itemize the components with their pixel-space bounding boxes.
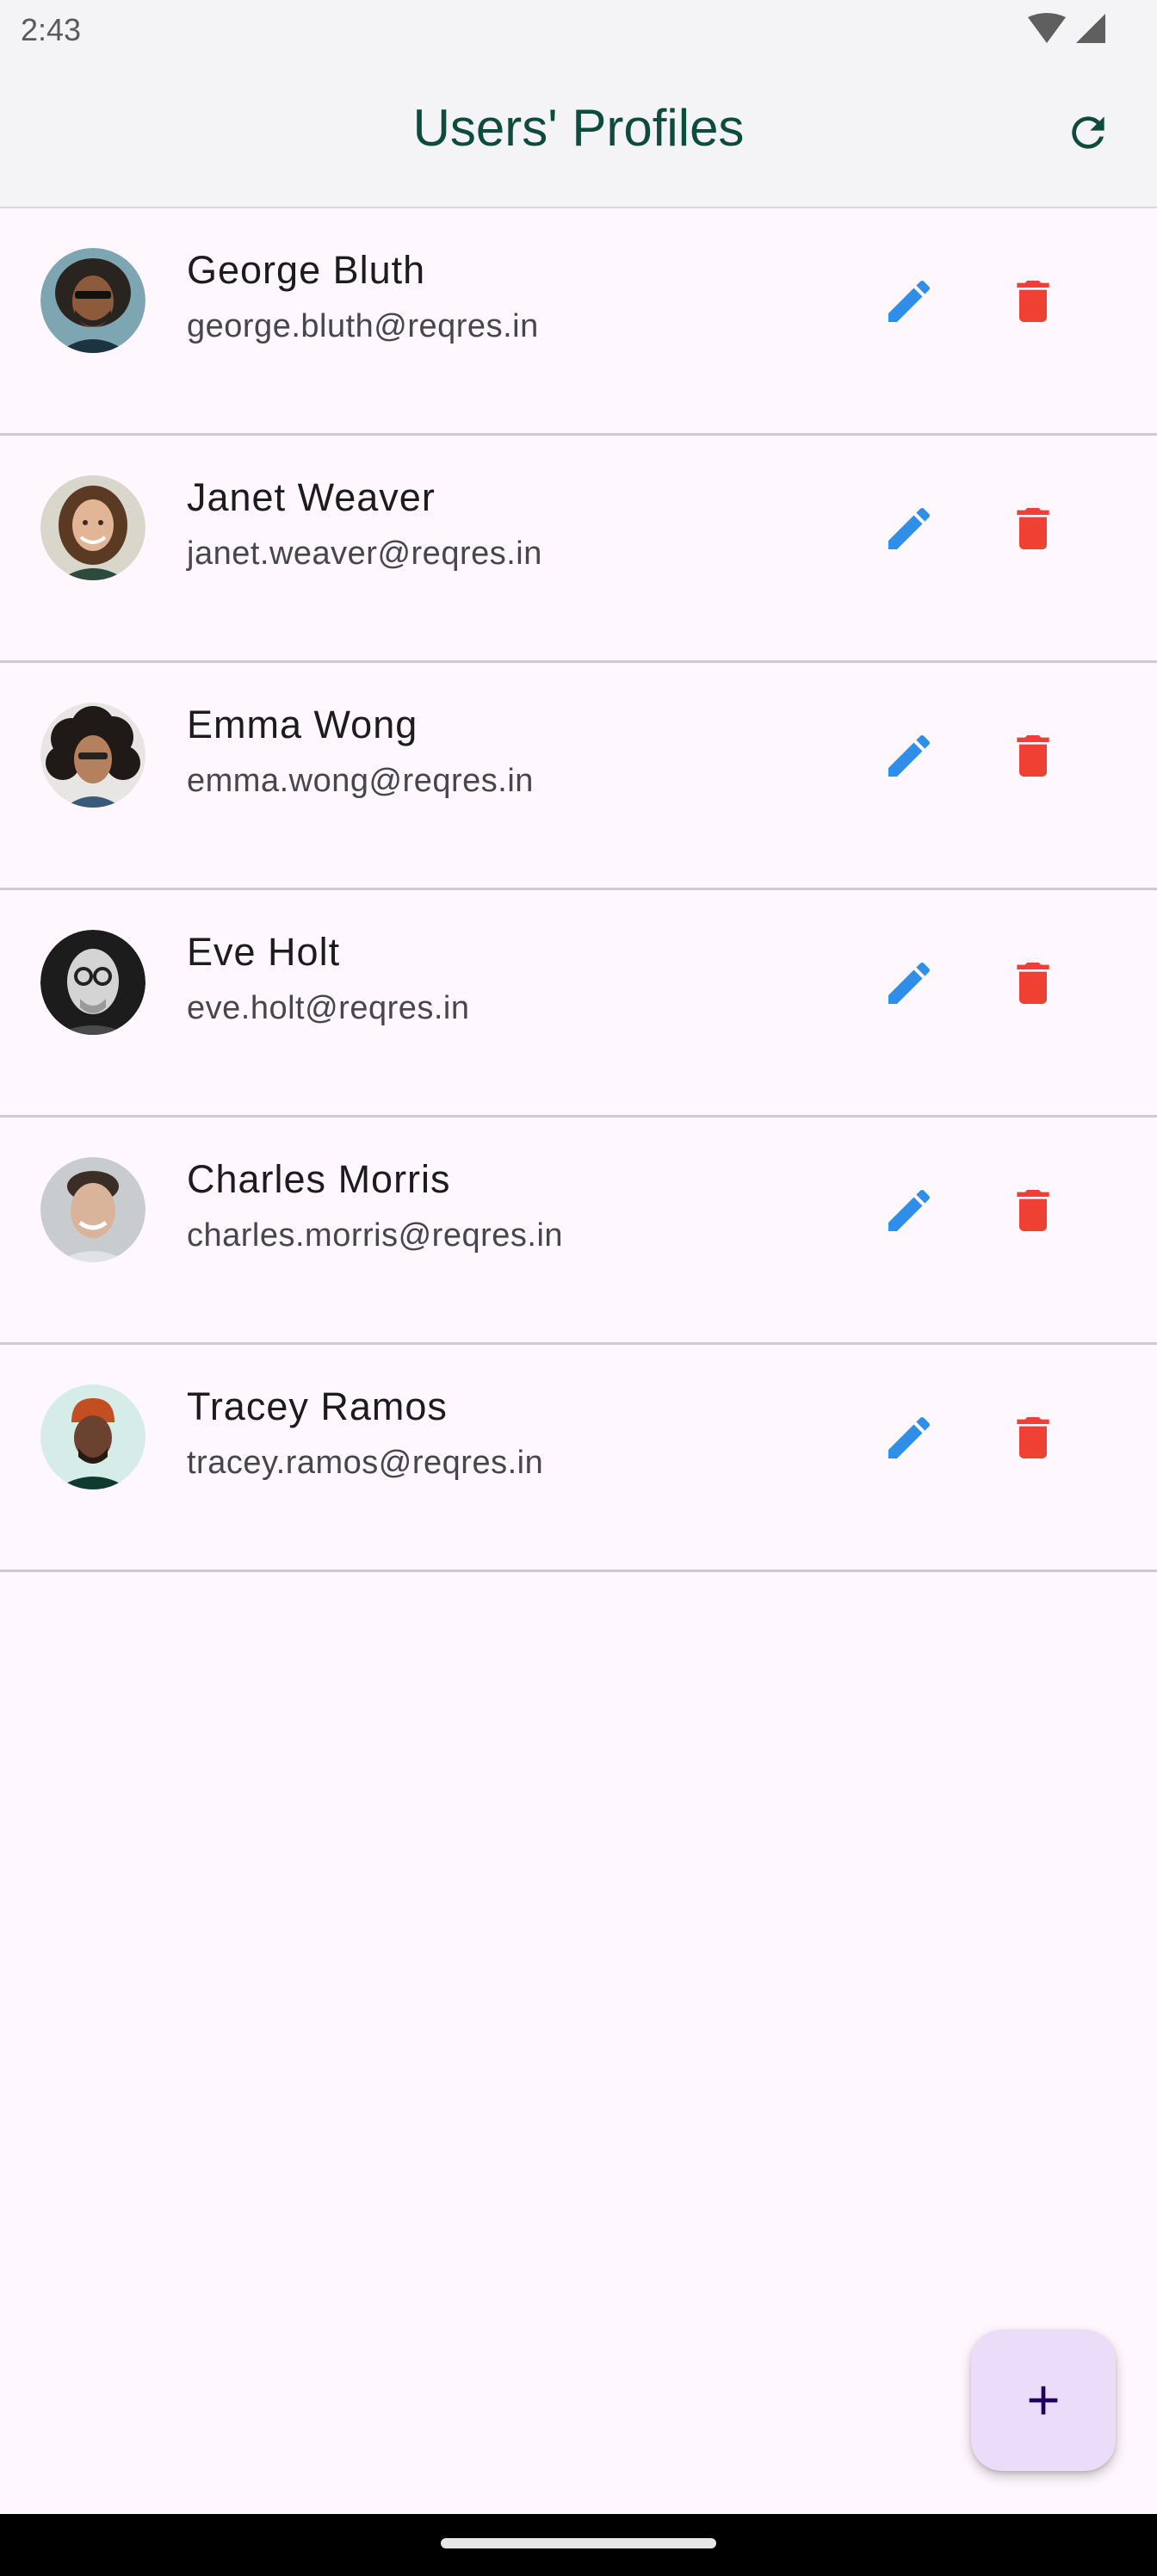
system-nav-bar	[0, 2514, 1157, 2576]
status-time: 2:43	[21, 12, 82, 47]
delete-user-button[interactable]	[1000, 723, 1066, 789]
user-name: George Bluth	[187, 248, 426, 292]
user-list-item[interactable]: Charles Morris charles.morris@reqres.in	[0, 1118, 1157, 1345]
user-list-item[interactable]: George Bluth george.bluth@reqres.in	[0, 208, 1157, 436]
pencil-icon	[888, 734, 931, 777]
pencil-icon	[888, 280, 931, 322]
edit-user-button[interactable]	[876, 723, 942, 789]
avatar	[40, 930, 145, 1035]
cell-signal-icon	[1076, 14, 1105, 43]
pencil-icon	[888, 962, 931, 1004]
avatar	[40, 703, 145, 808]
user-name: Janet Weaver	[187, 475, 436, 519]
user-list-item[interactable]: Eve Holt eve.holt@reqres.in	[0, 890, 1157, 1118]
add-user-button[interactable]	[971, 2330, 1116, 2471]
user-email: charles.morris@reqres.in	[187, 1217, 564, 1254]
home-handle[interactable]	[441, 2538, 716, 2548]
avatar	[40, 475, 145, 580]
edit-user-button[interactable]	[876, 1178, 942, 1243]
user-email: janet.weaver@reqres.in	[187, 536, 542, 572]
status-bar: 2:43	[0, 0, 1157, 65]
user-email: emma.wong@reqres.in	[187, 763, 534, 799]
page-title: Users' Profiles	[412, 99, 745, 157]
user-name: Charles Morris	[187, 1157, 451, 1201]
trash-icon	[1017, 735, 1049, 777]
status-icons	[1026, 12, 1109, 46]
app-bar: Users' Profiles	[0, 65, 1157, 208]
delete-user-button[interactable]	[1000, 496, 1066, 561]
edit-user-button[interactable]	[876, 269, 942, 334]
pencil-icon	[888, 1416, 931, 1458]
delete-user-button[interactable]	[1000, 269, 1066, 334]
user-email: george.bluth@reqres.in	[187, 308, 539, 344]
trash-icon	[1017, 1417, 1049, 1458]
pencil-icon	[888, 507, 931, 549]
edit-user-button[interactable]	[876, 496, 942, 561]
refresh-button[interactable]	[1057, 102, 1119, 164]
user-list: George Bluth george.bluth@reqres.in Jane…	[0, 208, 1157, 1572]
user-name: Eve Holt	[187, 930, 341, 974]
user-list-item[interactable]: Emma Wong emma.wong@reqres.in	[0, 663, 1157, 890]
edit-user-button[interactable]	[876, 1405, 942, 1471]
refresh-icon	[1072, 116, 1104, 149]
wifi-icon	[1028, 13, 1066, 43]
trash-icon	[1017, 281, 1049, 322]
avatar	[40, 1157, 145, 1262]
trash-icon	[1017, 1190, 1049, 1231]
user-name: Tracey Ramos	[187, 1384, 448, 1428]
user-email: eve.holt@reqres.in	[187, 990, 470, 1026]
avatar	[40, 248, 145, 353]
edit-user-button[interactable]	[876, 951, 942, 1016]
delete-user-button[interactable]	[1000, 1178, 1066, 1243]
delete-user-button[interactable]	[1000, 951, 1066, 1016]
user-list-item[interactable]: Tracey Ramos tracey.ramos@reqres.in	[0, 1345, 1157, 1572]
user-email: tracey.ramos@reqres.in	[187, 1445, 544, 1481]
avatar	[40, 1384, 145, 1489]
trash-icon	[1017, 508, 1049, 549]
trash-icon	[1017, 963, 1049, 1004]
user-name: Emma Wong	[187, 703, 418, 746]
plus-icon	[1029, 2386, 1058, 2415]
user-list-item[interactable]: Janet Weaver janet.weaver@reqres.in	[0, 436, 1157, 663]
pencil-icon	[888, 1189, 931, 1231]
screen: 2:43 Users' Profiles George Bluth george…	[0, 0, 1157, 2576]
delete-user-button[interactable]	[1000, 1405, 1066, 1471]
